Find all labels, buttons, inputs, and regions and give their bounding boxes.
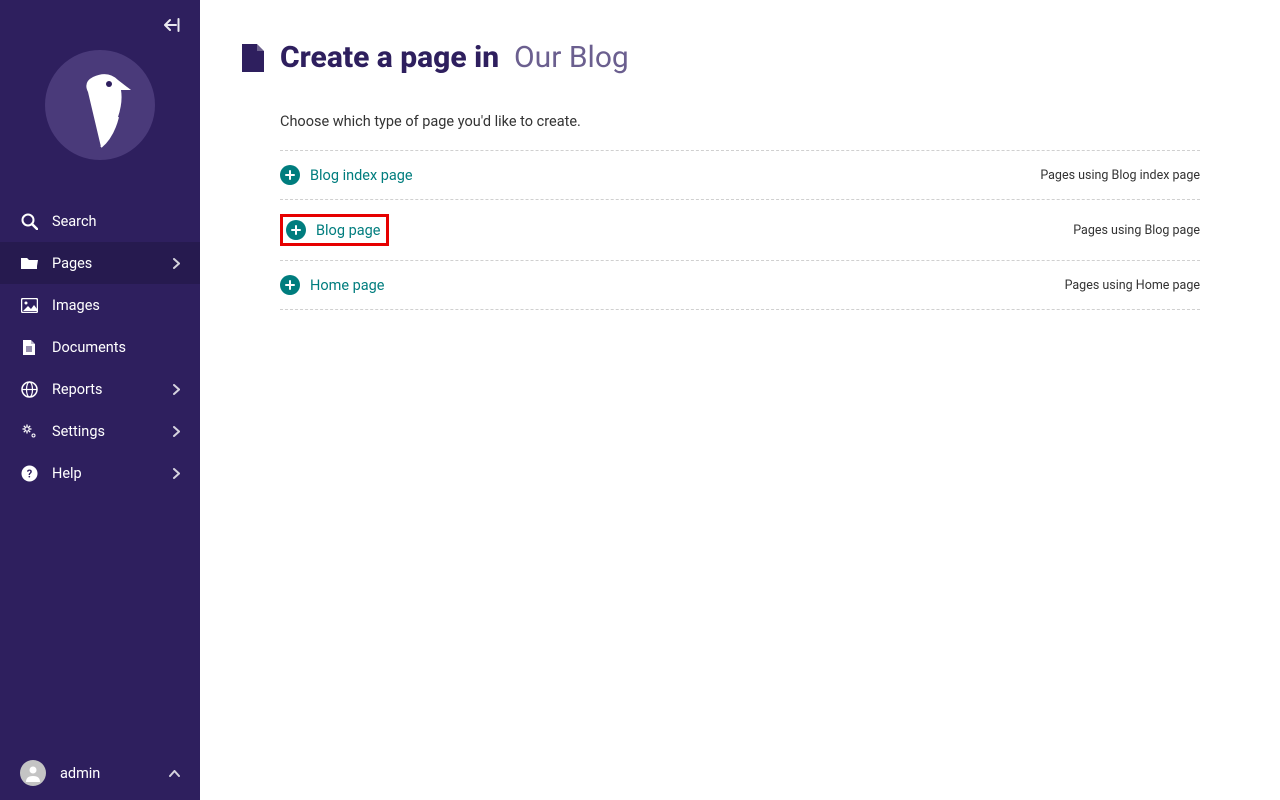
search-icon — [20, 212, 38, 230]
page-type-name: Blog index page — [310, 167, 413, 184]
chevron-right-icon — [173, 384, 180, 395]
sidebar: Search Pages Images Documents — [0, 0, 200, 800]
sidebar-item-reports[interactable]: Reports — [0, 368, 200, 410]
cogs-icon — [20, 422, 38, 440]
plus-icon — [286, 220, 306, 240]
sidebar-item-images[interactable]: Images — [0, 284, 200, 326]
help-icon: ? — [20, 464, 38, 482]
page-type-name: Home page — [310, 277, 384, 294]
page-type-desc[interactable]: Pages using Blog index page — [1040, 168, 1200, 183]
nav-label: Reports — [52, 381, 103, 398]
nav-label: Settings — [52, 423, 105, 440]
plus-icon — [280, 165, 300, 185]
page-type-list: Blog index page Pages using Blog index p… — [280, 150, 1200, 310]
image-icon — [20, 296, 38, 314]
sidebar-item-pages[interactable]: Pages — [0, 242, 200, 284]
subheading: Choose which type of page you'd like to … — [280, 113, 1200, 130]
svg-text:?: ? — [26, 467, 32, 480]
chevron-right-icon — [173, 258, 180, 269]
chevron-right-icon — [173, 468, 180, 479]
nav-label: Documents — [52, 339, 126, 356]
page-type-blog-page[interactable]: Blog page Pages using Blog page — [280, 199, 1200, 260]
nav-label: Pages — [52, 255, 92, 272]
main-content: Create a page in Our Blog Choose which t… — [200, 0, 1280, 800]
plus-icon — [280, 275, 300, 295]
page-type-desc[interactable]: Pages using Blog page — [1073, 223, 1200, 238]
page-type-blog-index[interactable]: Blog index page Pages using Blog index p… — [280, 150, 1200, 199]
chevron-right-icon — [173, 426, 180, 437]
nav-label: Help — [52, 465, 82, 482]
highlighted-option: Blog page — [280, 214, 389, 246]
user-menu[interactable]: admin — [0, 746, 200, 800]
nav-list: Search Pages Images Documents — [0, 200, 200, 746]
sidebar-item-documents[interactable]: Documents — [0, 326, 200, 368]
sidebar-item-search[interactable]: Search — [0, 200, 200, 242]
page-type-name: Blog page — [316, 222, 380, 239]
sidebar-item-help[interactable]: ? Help — [0, 452, 200, 494]
page-title: Create a page in Our Blog — [280, 40, 629, 75]
chevron-up-icon — [169, 770, 180, 777]
page-icon — [240, 44, 264, 72]
avatar — [20, 760, 46, 786]
page-type-home-page[interactable]: Home page Pages using Home page — [280, 260, 1200, 310]
folder-icon — [20, 254, 38, 272]
collapse-sidebar-button[interactable] — [162, 18, 180, 32]
page-type-desc[interactable]: Pages using Home page — [1065, 278, 1200, 293]
document-icon — [20, 338, 38, 356]
globe-icon — [20, 380, 38, 398]
nav-label: Images — [52, 297, 100, 314]
sidebar-item-settings[interactable]: Settings — [0, 410, 200, 452]
nav-label: Search — [52, 213, 97, 230]
user-name: admin — [60, 765, 100, 782]
page-header: Create a page in Our Blog — [240, 40, 1200, 75]
